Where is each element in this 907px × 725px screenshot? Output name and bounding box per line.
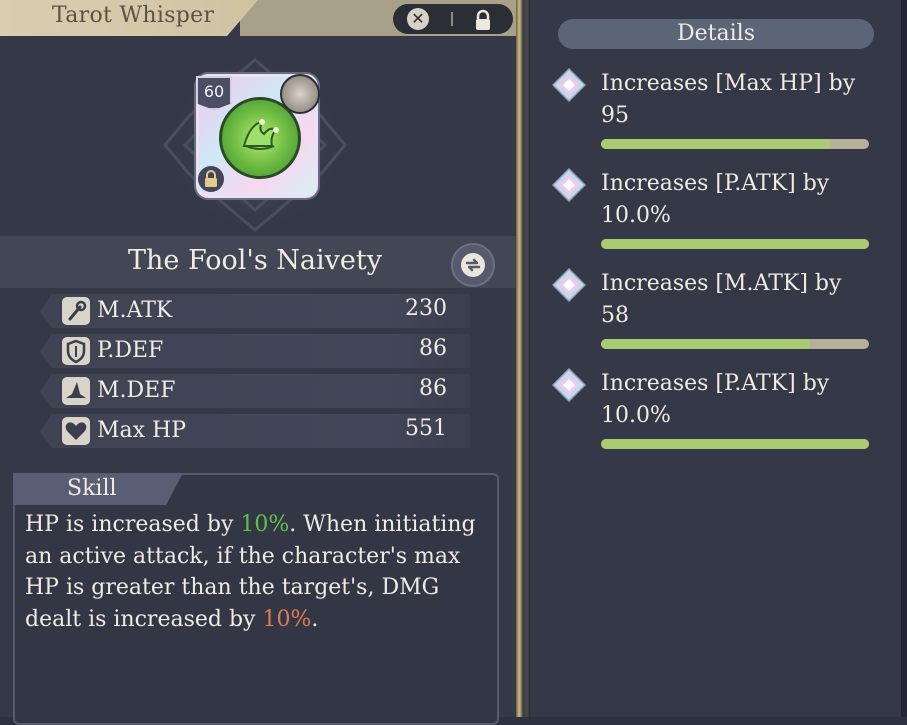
heart-icon — [62, 417, 90, 445]
jester-hat-icon — [242, 119, 279, 150]
right-edge — [901, 0, 907, 717]
skill-text: . — [311, 606, 319, 632]
avatar[interactable] — [280, 74, 320, 114]
detail-progress-fill — [601, 139, 832, 149]
detail-progress-bar — [601, 339, 869, 349]
detail-progress-fill — [601, 339, 811, 349]
stat-value: 86 — [419, 376, 447, 401]
detail-progress-fill — [601, 239, 869, 249]
card-name: The Fool's Naivety — [128, 245, 382, 276]
lock-icon[interactable] — [473, 9, 493, 31]
details-title: Details — [677, 21, 755, 46]
detail-progress-fill — [601, 439, 869, 449]
detail-progress-bar — [601, 239, 869, 249]
skill-description: HP is increased by 10%. When initiating … — [25, 509, 493, 635]
stat-value: 86 — [419, 336, 447, 361]
control-divider — [451, 12, 453, 26]
stat-label: M.DEF — [97, 378, 176, 403]
stat-value: 551 — [405, 416, 447, 441]
card-name-row: The Fool's Naivety — [0, 236, 516, 288]
shield-icon — [62, 337, 90, 365]
swap-icon — [461, 253, 485, 277]
wand-icon — [62, 297, 90, 325]
detail-text: Increases [Max HP] by 95 — [601, 71, 856, 128]
diamond-icon — [552, 368, 586, 402]
detail-text: Increases [M.ATK] by 58 — [601, 271, 842, 328]
stat-label: M.ATK — [97, 298, 173, 323]
detail-text: Increases [P.ATK] by 10.0% — [601, 371, 830, 428]
title-controls: ✕ — [393, 4, 513, 34]
skill-text: HP is increased by — [25, 512, 241, 537]
hp-bonus-value: 10% — [240, 512, 290, 537]
detail-progress-bar — [601, 139, 869, 149]
card-lock-icon[interactable] — [198, 166, 224, 192]
stat-label: P.DEF — [97, 338, 164, 363]
stat-value: 230 — [405, 296, 447, 321]
stat-label: Max HP — [97, 418, 187, 443]
close-icon[interactable]: ✕ — [407, 8, 429, 30]
page-title: Tarot Whisper — [52, 3, 215, 28]
level-badge: 60 — [196, 76, 232, 110]
dmg-bonus-value: 10% — [262, 606, 312, 632]
swap-button[interactable] — [451, 243, 495, 287]
detail-text: Increases [P.ATK] by 10.0% — [601, 171, 830, 228]
panel-divider — [516, 0, 530, 717]
diamond-icon — [552, 68, 586, 102]
diamond-icon — [552, 268, 586, 302]
skill-title: Skill — [67, 476, 117, 501]
hat-icon — [62, 377, 90, 405]
detail-progress-bar — [601, 439, 869, 449]
diamond-icon — [552, 168, 586, 202]
